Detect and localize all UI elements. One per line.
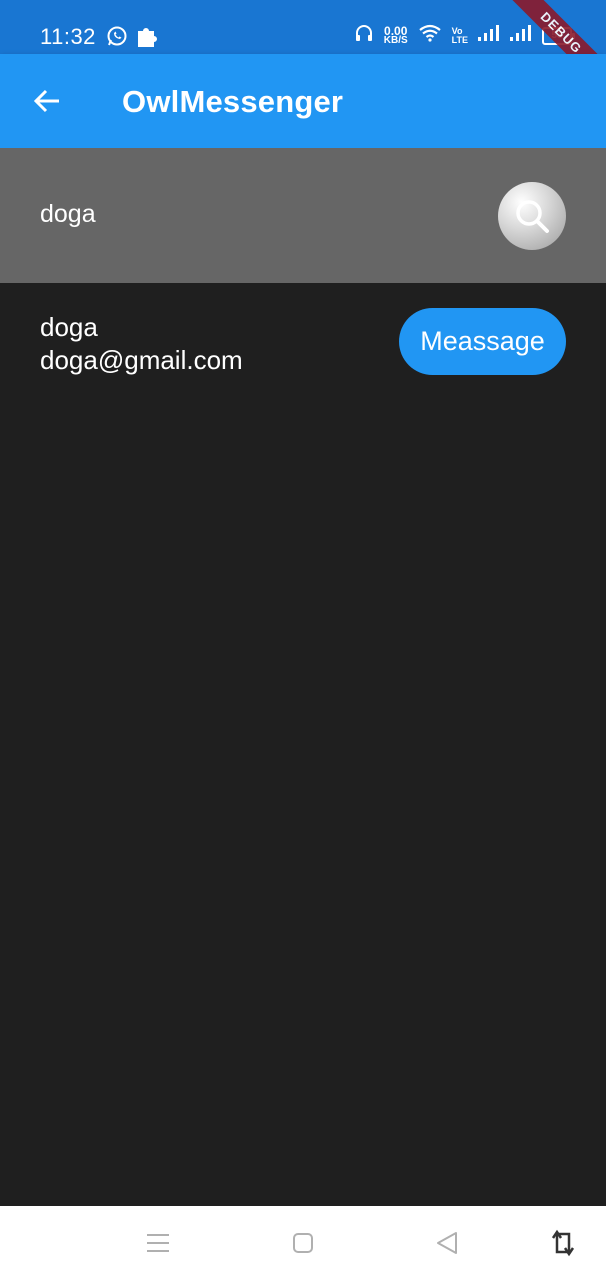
- search-icon: [516, 200, 549, 233]
- status-bar: 11:32 0.00 KB/S Vo LTE 53 DEBUG: [0, 0, 606, 101]
- whatsapp-icon: [106, 25, 128, 52]
- system-nav-bar: [0, 1206, 606, 1280]
- result-email: doga@gmail.com: [40, 345, 243, 375]
- result-username: doga: [40, 312, 98, 342]
- home-button[interactable]: [288, 1228, 318, 1258]
- app-bar: OwlMessenger: [0, 54, 606, 148]
- puzzle-icon: [136, 24, 158, 53]
- status-time: 11:32: [40, 24, 96, 49]
- volte-indicator: Vo LTE: [451, 26, 468, 45]
- menu-button[interactable]: [143, 1228, 173, 1258]
- wifi-icon: [418, 24, 442, 47]
- home-icon: [293, 1233, 313, 1253]
- volte-bottom: LTE: [451, 34, 468, 45]
- back-nav-button[interactable]: [432, 1228, 462, 1258]
- signal-icon-sim1: [478, 25, 500, 46]
- message-button[interactable]: Meassage: [399, 308, 566, 375]
- headphones-icon: [354, 24, 374, 47]
- rotate-button[interactable]: [548, 1228, 578, 1258]
- search-panel: [0, 148, 606, 283]
- list-item: doga doga@gmail.com Meassage: [0, 283, 606, 403]
- status-left-icons: [106, 24, 158, 53]
- search-input[interactable]: [40, 194, 460, 234]
- search-button[interactable]: [498, 182, 566, 250]
- network-speed-value: 0.00: [384, 23, 408, 38]
- page-title: OwlMessenger: [122, 84, 344, 119]
- network-speed: 0.00 KB/S: [383, 23, 408, 46]
- arrow-back-icon: [33, 89, 59, 113]
- signal-icon-sim2: [510, 25, 532, 46]
- triangle-back-icon: [437, 1232, 457, 1254]
- network-speed-unit: KB/S: [383, 34, 408, 46]
- back-button[interactable]: [24, 78, 70, 124]
- rotate-icon: [551, 1229, 575, 1257]
- menu-icon: [147, 1234, 169, 1252]
